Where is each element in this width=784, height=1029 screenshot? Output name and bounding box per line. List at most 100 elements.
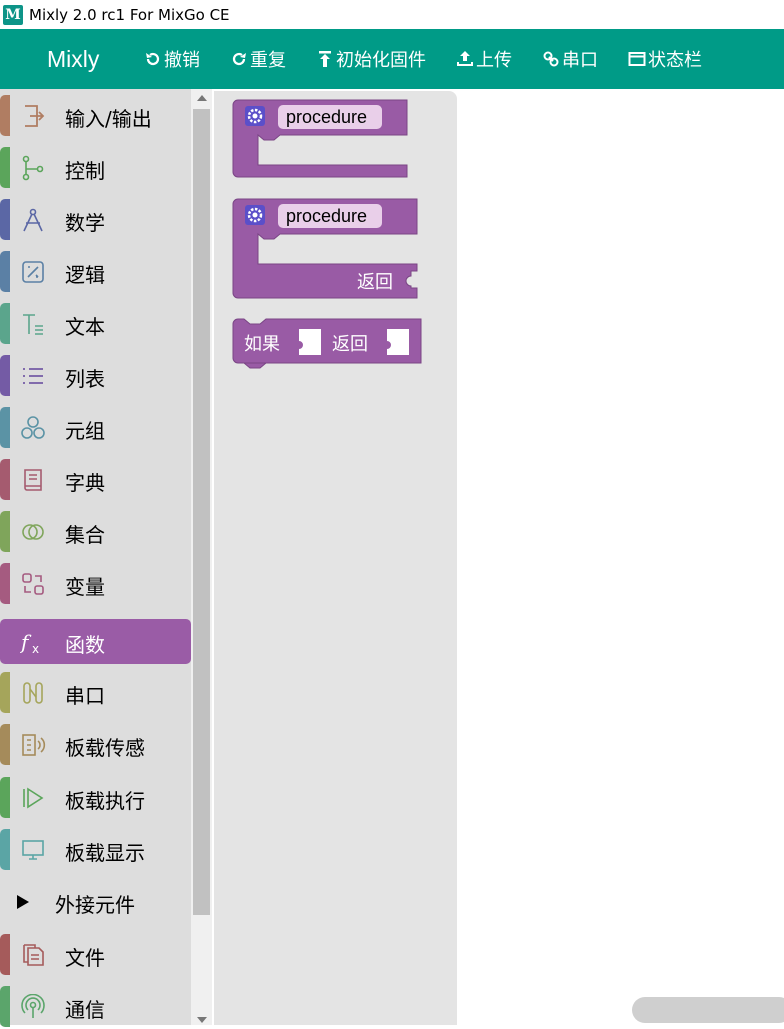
category-label: 集合 [65, 523, 105, 547]
scrollbar-thumb[interactable] [193, 109, 210, 915]
category-file[interactable]: 文件 [0, 932, 191, 977]
category-color-bar [0, 724, 10, 765]
window-icon [628, 52, 646, 66]
set-icon [22, 524, 44, 540]
return-label: 返回 [357, 272, 393, 292]
statusbar-label: 状态栏 [648, 50, 702, 71]
procedure-name-text: procedure [286, 107, 367, 127]
category-label: 通信 [65, 998, 105, 1022]
svg-text:f: f [20, 630, 32, 654]
category-color-bar [0, 95, 10, 136]
redo-button[interactable]: 重复 [230, 46, 286, 72]
blockly-workspace[interactable] [457, 89, 784, 1025]
condition-input-socket[interactable] [299, 329, 321, 355]
procedure-return-block[interactable]: procedure 返回 [232, 198, 418, 299]
category-color-bar [0, 934, 10, 975]
category-color-bar [0, 199, 10, 240]
function-icon: fx [20, 630, 39, 655]
control-icon [22, 155, 44, 181]
category-color-bar [0, 777, 10, 818]
category-color-bar [0, 355, 10, 396]
procedure-block[interactable]: procedure [232, 99, 408, 178]
category-onboard-display[interactable]: 板载显示 [0, 827, 191, 872]
category-color-bar [0, 459, 10, 500]
category-onboard-actuator[interactable]: 板载执行 [0, 775, 191, 820]
tuple-icon [21, 416, 45, 439]
category-label: 变量 [65, 575, 105, 599]
serial-button[interactable]: 串口 [542, 46, 598, 72]
category-control[interactable]: 控制 [0, 145, 191, 190]
category-label: 函数 [65, 633, 105, 657]
scroll-up-arrow-icon[interactable] [197, 95, 207, 101]
input-output-icon [25, 105, 45, 127]
undo-button[interactable]: 撤销 [144, 46, 200, 72]
category-color-bar [0, 303, 10, 344]
category-color-bar [0, 986, 10, 1027]
category-tuple[interactable]: 元组 [0, 405, 191, 450]
category-color-bar [0, 829, 10, 870]
category-label: 外接元件 [55, 893, 135, 917]
category-color-bar [0, 563, 10, 604]
category-label: 数学 [65, 211, 105, 235]
math-compass-icon [23, 208, 43, 232]
category-color-bar [0, 407, 10, 448]
procedure-name-text: procedure [286, 206, 367, 226]
return-value-input-socket[interactable] [387, 329, 409, 355]
category-input-output[interactable]: 输入/输出 [0, 93, 191, 138]
if-return-block[interactable]: 如果 返回 [232, 318, 422, 369]
toolbar: Mixly 撤销 重复 初始化固件 上传 串口 状态栏 [0, 29, 784, 89]
category-function[interactable]: fx 函数 [0, 619, 191, 664]
return-label: 返回 [332, 334, 368, 354]
category-color-bar [0, 672, 10, 713]
scroll-down-arrow-icon[interactable] [197, 1017, 207, 1023]
serial-label: 串口 [562, 50, 598, 71]
text-icon [23, 314, 43, 335]
window-title: Mixly 2.0 rc1 For MixGo CE [29, 5, 230, 24]
sidebar-scrollbar[interactable] [191, 89, 212, 1025]
statusbar-button[interactable]: 状态栏 [628, 46, 702, 72]
category-external-components[interactable]: 外接元件 [0, 879, 191, 924]
category-label: 字典 [65, 471, 105, 495]
category-color-bar [0, 511, 10, 552]
category-label: 板载传感 [65, 736, 145, 760]
category-variable[interactable]: 变量 [0, 561, 191, 606]
logic-icon [22, 261, 44, 283]
serial-icon [23, 682, 43, 704]
onboard-actuator-icon [23, 787, 44, 809]
gear-icon[interactable] [245, 205, 265, 225]
category-serial[interactable]: 串口 [0, 670, 191, 715]
upload-label: 上传 [476, 50, 512, 71]
onboard-display-icon [22, 840, 44, 860]
category-label: 控制 [65, 159, 105, 183]
init-firmware-label: 初始化固件 [336, 50, 426, 71]
init-firmware-button[interactable]: 初始化固件 [316, 46, 426, 72]
category-label: 文件 [65, 946, 105, 970]
category-text[interactable]: 文本 [0, 301, 191, 346]
category-set[interactable]: 集合 [0, 509, 191, 554]
category-color-bar [0, 251, 10, 292]
category-onboard-sensor[interactable]: 板载传感 [0, 722, 191, 767]
gear-icon[interactable] [245, 106, 265, 126]
workspace-horizontal-scrollbar[interactable] [632, 997, 784, 1023]
category-label: 板载显示 [65, 841, 145, 865]
upload-arrow-icon [319, 51, 331, 67]
category-logic[interactable]: 逻辑 [0, 249, 191, 294]
category-math[interactable]: 数学 [0, 197, 191, 242]
variable-icon [22, 573, 44, 595]
brand-logo[interactable]: Mixly [47, 46, 144, 73]
upload-button[interactable]: 上传 [456, 46, 512, 72]
category-communication[interactable]: 通信 [0, 984, 191, 1029]
title-bar: M Mixly 2.0 rc1 For MixGo CE [0, 0, 784, 29]
communication-icon [21, 994, 45, 1018]
category-label: 串口 [65, 684, 105, 708]
undo-icon [146, 52, 160, 66]
category-list[interactable]: 列表 [0, 353, 191, 398]
category-label: 逻辑 [65, 263, 105, 287]
category-label: 板载执行 [65, 789, 145, 813]
category-dictionary[interactable]: 字典 [0, 457, 191, 502]
category-label: 输入/输出 [65, 107, 152, 131]
expand-triangle-icon [17, 895, 29, 909]
block-flyout: procedure procedure 返回 如果 返回 [214, 91, 457, 1025]
upload-icon [457, 51, 473, 66]
redo-icon [232, 52, 246, 66]
